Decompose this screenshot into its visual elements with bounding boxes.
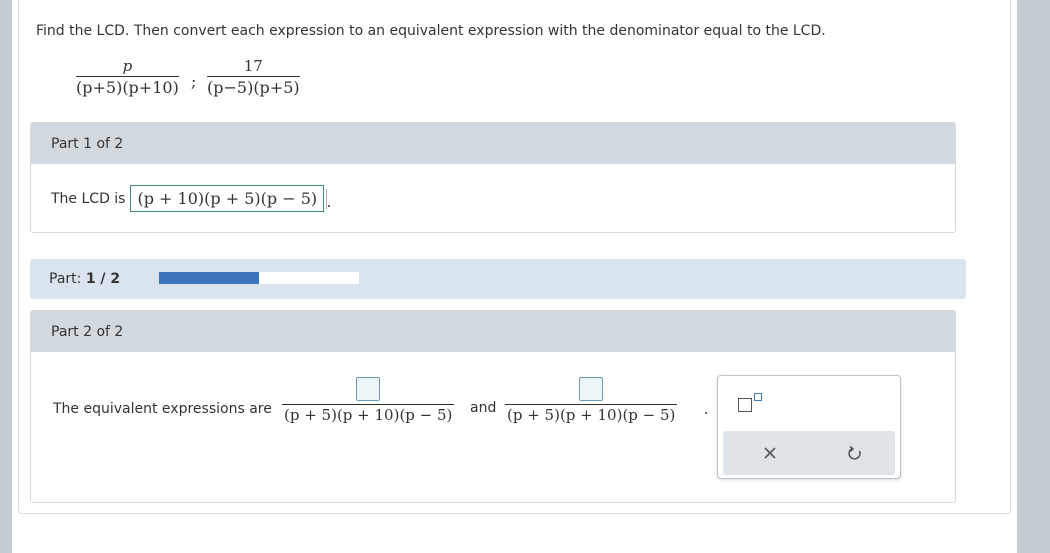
part1-header: Part 1 of 2 <box>31 123 955 164</box>
clear-icon <box>764 447 776 459</box>
undo-button[interactable] <box>843 441 867 465</box>
part2-header-label: Part 2 of 2 <box>51 324 124 340</box>
progress-strip: Part: 1 / 2 <box>30 259 966 299</box>
and-label: and <box>470 400 497 416</box>
lcd-label: The LCD is <box>51 190 126 207</box>
question-text: Find the LCD. Then convert each expressi… <box>36 23 826 39</box>
expression-2-denominator: (p−5)(p+5) <box>207 78 300 97</box>
question-card: Find the LCD. Then convert each expressi… <box>18 0 1011 514</box>
part2-header: Part 2 of 2 <box>31 311 955 352</box>
template-exponent-box <box>754 393 762 401</box>
progress-label: Part: 1 / 2 <box>49 271 120 287</box>
expression-2: 17 (p−5)(p+5) <box>207 57 300 98</box>
expression-1-numerator: p <box>122 57 133 75</box>
expression-separator: ; <box>191 72 197 91</box>
answer-fraction-2: (p + 5)(p + 10)(p − 5) <box>505 377 678 425</box>
math-toolbar <box>717 375 901 479</box>
expression-1: p (p+5)(p+10) <box>76 57 179 98</box>
undo-icon <box>848 445 861 460</box>
equivalent-expressions-label: The equivalent expressions are <box>53 401 272 417</box>
clear-button[interactable] <box>758 441 782 465</box>
part1-panel: Part 1 of 2 The LCD is (p + 10)(p + 5)(p… <box>30 122 956 233</box>
lcd-answer: (p + 10)(p + 5)(p − 5) <box>130 185 325 212</box>
part2-panel: Part 2 of 2 The equivalent expressions a… <box>30 310 956 503</box>
answer-1-denominator: (p + 5)(p + 10)(p − 5) <box>284 406 453 424</box>
lcd-row: The LCD is (p + 10)(p + 5)(p − 5) <box>51 185 331 212</box>
progress-label-text: Part: <box>49 271 82 287</box>
fraction-template-icon[interactable] <box>738 392 762 414</box>
template-main-box <box>738 398 752 412</box>
numerator-2-input[interactable] <box>579 377 604 401</box>
progress-current: 1 / 2 <box>85 271 121 287</box>
expression-2-numerator: 17 <box>243 57 263 75</box>
toolbar-actions <box>723 431 895 475</box>
page: Find the LCD. Then convert each expressi… <box>12 0 1017 553</box>
expression-1-denominator: (p+5)(p+10) <box>76 78 179 97</box>
part1-header-label: Part 1 of 2 <box>51 136 124 152</box>
answer-2-denominator: (p + 5)(p + 10)(p − 5) <box>507 406 676 424</box>
period-mark <box>326 188 331 209</box>
progress-bar <box>159 272 359 284</box>
answer-fraction-1: (p + 5)(p + 10)(p − 5) <box>282 377 455 425</box>
progress-bar-fill <box>159 272 259 284</box>
numerator-1-input[interactable] <box>356 377 381 401</box>
period-dot <box>705 412 707 414</box>
